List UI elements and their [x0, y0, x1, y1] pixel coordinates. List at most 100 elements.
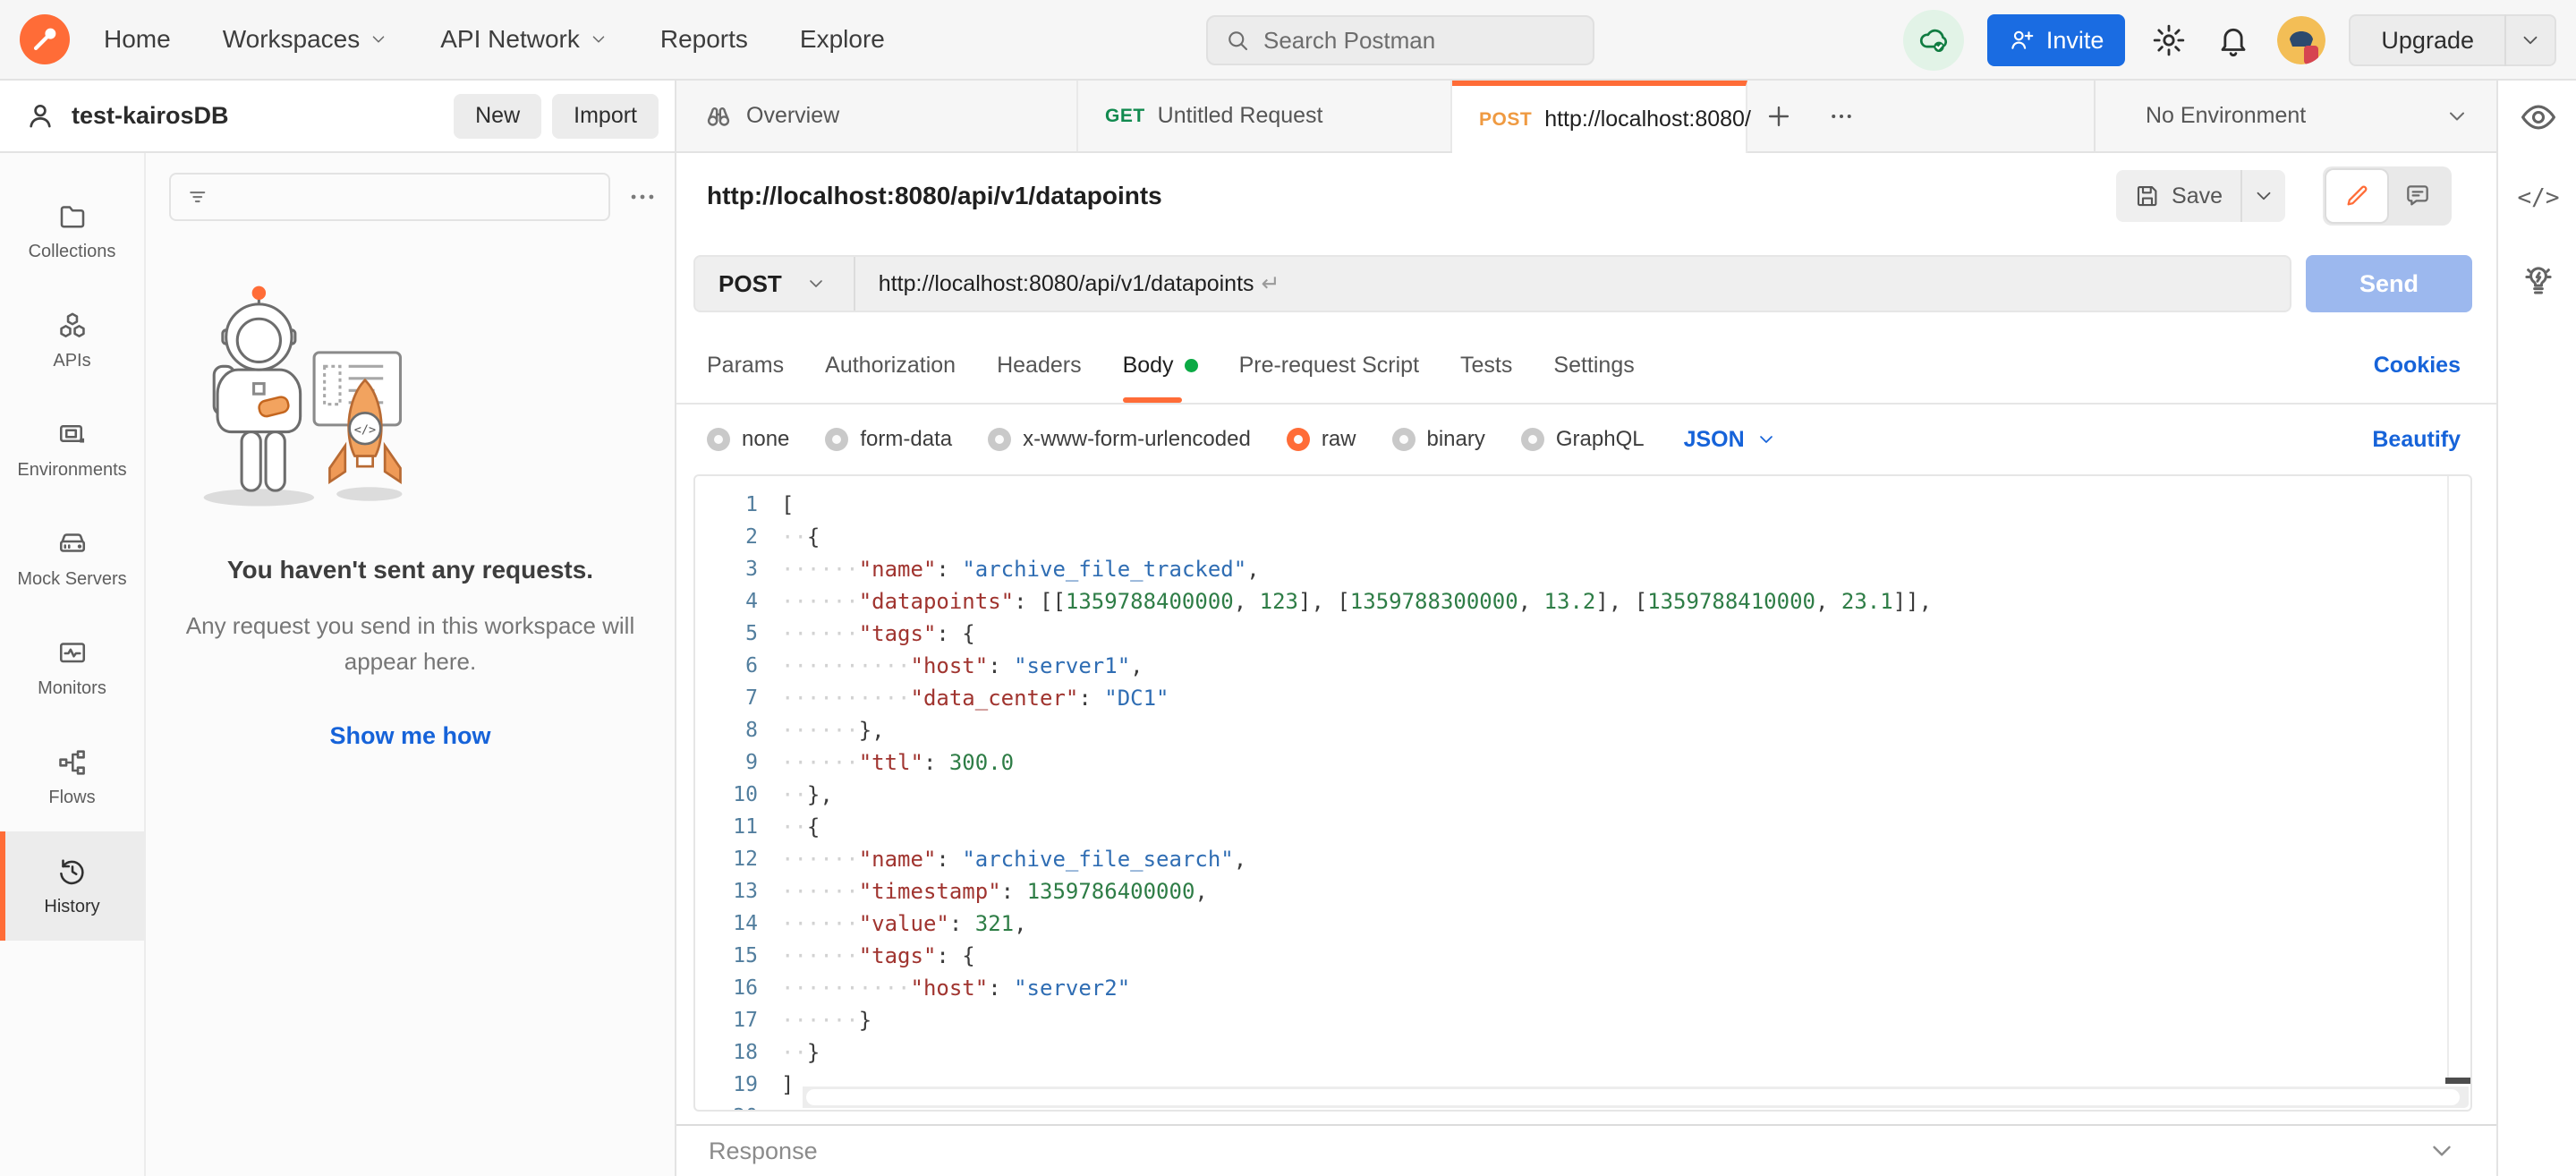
sync-status-button[interactable]: [1903, 10, 1964, 71]
new-button[interactable]: New: [454, 94, 541, 139]
url-bar: POST http://localhost:8080/api/v1/datapo…: [693, 255, 2291, 312]
code-line: 13······"timestamp": 1359786400000,: [695, 875, 2470, 908]
body-mode-raw[interactable]: raw: [1287, 427, 1356, 452]
line-number: 19: [695, 1073, 781, 1096]
nav-item-reports[interactable]: Reports: [660, 25, 748, 54]
sidebar-item-flows[interactable]: Flows: [0, 722, 144, 831]
nav-item-explore[interactable]: Explore: [800, 25, 885, 54]
chevron-down-icon: [2444, 104, 2470, 129]
sidebar: test-kairosDB New Import Collections APIs…: [0, 81, 676, 1176]
empty-state-body: Any request you send in this workspace w…: [169, 608, 652, 679]
editor-horizontal-scroll-thumb[interactable]: [806, 1089, 2460, 1105]
postman-logo-icon[interactable]: [20, 14, 70, 64]
body-mode-x-www-form-urlencoded[interactable]: x-www-form-urlencoded: [988, 427, 1251, 452]
apis-icon: [56, 310, 89, 342]
tab-more-options-icon[interactable]: [1810, 81, 1873, 151]
line-number: 4: [695, 590, 781, 613]
save-options-button[interactable]: [2242, 184, 2285, 208]
code-line: 18··}: [695, 1036, 2470, 1069]
history-panel: </>: [146, 153, 675, 1176]
settings-button[interactable]: [2148, 20, 2189, 61]
hide-sidebar-button[interactable]: [2518, 97, 2559, 138]
search-input[interactable]: Search Postman: [1206, 15, 1594, 65]
collections-icon: [56, 200, 89, 233]
cloud-check-icon: [1917, 23, 1951, 57]
return-key-icon: ↵: [1262, 271, 1280, 296]
request-tab-tests[interactable]: Tests: [1460, 328, 1512, 403]
save-button[interactable]: Save: [2116, 183, 2240, 209]
tab-post-request[interactable]: POST http://localhost:8080/: [1452, 81, 1747, 153]
sidebar-item-label: Collections: [29, 242, 116, 262]
chevron-down-icon[interactable]: [2506, 29, 2555, 52]
empty-state-illustration: </>: [146, 277, 486, 518]
code-text: ······"timestamp": 1359786400000,: [781, 879, 1208, 904]
request-tab-authorization[interactable]: Authorization: [825, 328, 956, 403]
tab-overview[interactable]: Overview: [676, 81, 1078, 151]
request-tab-settings[interactable]: Settings: [1553, 328, 1634, 403]
sidebar-item-apis[interactable]: APIs: [0, 285, 144, 395]
sidebar-item-monitors[interactable]: Monitors: [0, 613, 144, 722]
line-number: 3: [695, 558, 781, 581]
radio-icon: [1392, 428, 1416, 451]
tab-untitled-request[interactable]: GET Untitled Request: [1078, 81, 1452, 151]
request-tab-label: Body: [1123, 353, 1174, 379]
response-section-header[interactable]: Response: [676, 1124, 2496, 1176]
body-mode-graphql[interactable]: GraphQL: [1521, 427, 1645, 452]
nav-item-workspaces[interactable]: Workspaces: [223, 25, 389, 54]
chevron-down-icon: [2427, 1136, 2457, 1166]
save-label: Save: [2172, 183, 2223, 209]
code-text: ······}: [781, 1008, 871, 1033]
method-badge: GET: [1105, 106, 1145, 127]
line-number: 1: [695, 493, 781, 516]
nav-item-home[interactable]: Home: [104, 25, 171, 54]
import-button[interactable]: Import: [552, 94, 659, 139]
filter-input[interactable]: [223, 184, 594, 209]
chevron-down-icon: [589, 30, 608, 49]
code-snippet-button[interactable]: </>: [2518, 177, 2559, 218]
line-number: 10: [695, 783, 781, 806]
chevron-down-icon: [369, 30, 388, 49]
notifications-button[interactable]: [2213, 20, 2254, 61]
body-mode-row: none form-data x-www-form-urlencoded raw bin…: [676, 405, 2496, 474]
request-tab-pre-request-script[interactable]: Pre-request Script: [1239, 328, 1419, 403]
send-button[interactable]: Send: [2306, 255, 2472, 312]
code-text: ······"tags": {: [781, 943, 975, 968]
invite-button[interactable]: Invite: [1987, 14, 2126, 66]
eye-icon: [2519, 98, 2558, 137]
editor-horizontal-scrollbar[interactable]: [803, 1087, 2469, 1108]
edit-mode-button[interactable]: [2326, 170, 2387, 222]
url-input[interactable]: http://localhost:8080/api/v1/datapoints↵: [855, 270, 1280, 297]
beautify-link[interactable]: Beautify: [2372, 427, 2461, 453]
history-filter-box[interactable]: [169, 173, 610, 221]
language-selector[interactable]: JSON: [1684, 427, 1777, 453]
avatar[interactable]: [2277, 16, 2325, 64]
method-selector[interactable]: POST: [695, 270, 854, 298]
sidebar-item-environments[interactable]: Environments: [0, 395, 144, 504]
nav-item-api-network[interactable]: API Network: [440, 25, 608, 54]
new-tab-button[interactable]: [1747, 81, 1810, 151]
request-tab-body[interactable]: Body: [1123, 328, 1198, 403]
body-mode-none[interactable]: none: [707, 427, 789, 452]
chevron-down-icon: [805, 273, 827, 294]
sidebar-item-collections[interactable]: Collections: [0, 176, 144, 285]
body-mode-form-data[interactable]: form-data: [825, 427, 952, 452]
body-mode-label: GraphQL: [1556, 427, 1645, 452]
workspace-name[interactable]: test-kairosDB: [72, 102, 229, 130]
bootcamp-button[interactable]: [2518, 260, 2559, 301]
request-tab-params[interactable]: Params: [707, 328, 784, 403]
code-line: 14······"value": 321,: [695, 908, 2470, 940]
more-options-icon[interactable]: [625, 182, 660, 212]
request-tab-headers[interactable]: Headers: [997, 328, 1082, 403]
upgrade-button[interactable]: Upgrade: [2349, 14, 2556, 66]
comments-button[interactable]: [2387, 170, 2448, 222]
code-text: ······"datapoints": [[1359788400000, 123…: [781, 589, 1932, 614]
workspace-icon: [23, 99, 57, 133]
cookies-link[interactable]: Cookies: [2374, 353, 2461, 379]
sidebar-item-mock-servers[interactable]: Mock Servers: [0, 504, 144, 613]
body-code-editor[interactable]: 1[2··{3······"name": "archive_file_track…: [693, 474, 2472, 1112]
editor-vertical-scroll-thumb[interactable]: [2445, 1078, 2470, 1084]
sidebar-item-history[interactable]: History: [0, 831, 144, 941]
environment-selector[interactable]: No Environment: [2094, 81, 2496, 151]
body-mode-binary[interactable]: binary: [1392, 427, 1485, 452]
show-me-how-link[interactable]: Show me how: [329, 722, 490, 750]
